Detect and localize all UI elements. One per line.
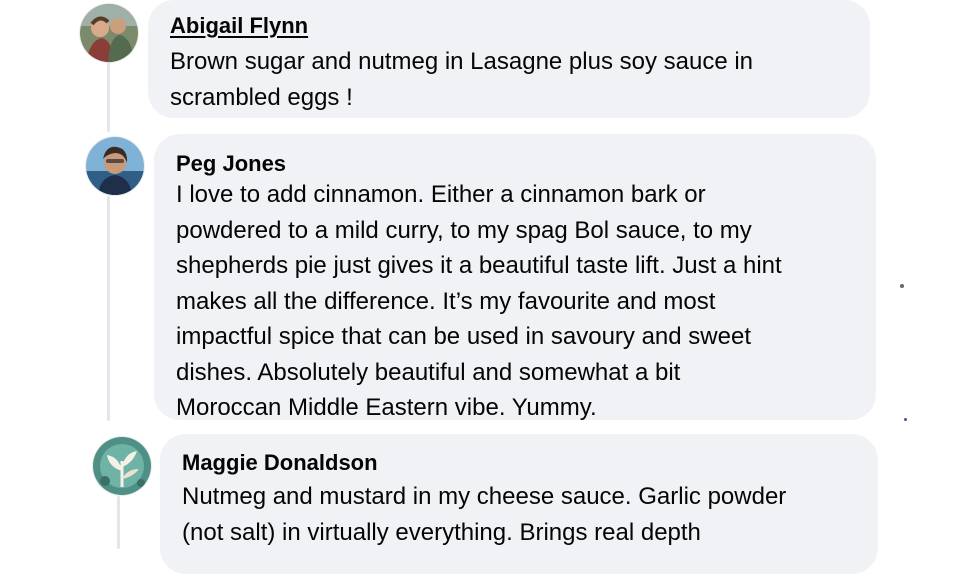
comment-author[interactable]: Peg Jones xyxy=(176,151,286,177)
comment-line: Moroccan Middle Eastern vibe. Yummy. xyxy=(176,394,597,421)
avatar[interactable] xyxy=(93,437,151,495)
comment-bubble: Maggie Donaldson Nutmeg and mustard in m… xyxy=(160,434,878,574)
thread-line-1 xyxy=(107,62,110,132)
comment-bubble: Abigail Flynn Brown sugar and nutmeg in … xyxy=(148,0,870,118)
comment-line: (not salt) in virtually everything. Brin… xyxy=(182,518,701,546)
comment-text: Nutmeg and mustard in my cheese sauce. G… xyxy=(182,479,786,550)
comment-line: Brown sugar and nutmeg in Lasagne plus s… xyxy=(170,48,754,75)
comment-text: I love to add cinnamon. Either a cinnamo… xyxy=(176,177,782,426)
comment-line: powdered to a mild curry, to my spag Bol… xyxy=(176,216,752,244)
avatar[interactable] xyxy=(86,137,144,195)
comment-text: Brown sugar and nutmeg in Lasagne plus s… xyxy=(170,44,753,116)
comment-line: impactful spice that can be used in savo… xyxy=(176,323,751,350)
comment-line: Nutmeg and mustard in my cheese sauce. G… xyxy=(182,483,787,510)
dot-marker xyxy=(900,284,904,288)
comment-bubble: Peg Jones I love to add cinnamon. Either… xyxy=(154,134,876,421)
dot-marker xyxy=(904,418,907,421)
avatar[interactable] xyxy=(80,4,138,62)
leaf-pattern-icon xyxy=(93,437,151,495)
comment-line: dishes. Absolutely beautiful and somewha… xyxy=(176,358,681,386)
comment-line: scrambled eggs ! xyxy=(170,84,353,111)
profile-photo-icon xyxy=(80,4,138,62)
comment-line: shepherds pie just gives it a beautiful … xyxy=(176,252,782,279)
thread-line-3 xyxy=(117,496,120,549)
comment-author[interactable]: Maggie Donaldson xyxy=(182,450,378,476)
comment-line: makes all the difference. It’s my favour… xyxy=(176,287,716,315)
profile-photo-icon xyxy=(86,137,144,195)
comment-line: I love to add cinnamon. Either a cinnamo… xyxy=(176,181,706,208)
thread-line-2 xyxy=(107,196,110,421)
comment-author-link[interactable]: Abigail Flynn xyxy=(170,13,308,39)
